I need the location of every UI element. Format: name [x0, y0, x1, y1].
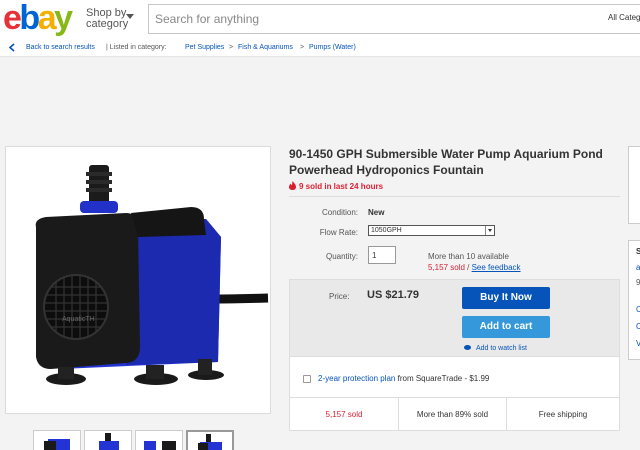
thumbnail-4-selected[interactable]: [186, 430, 234, 450]
stat-free-shipping: Free shipping: [538, 410, 588, 419]
breadcrumb-pumps-water[interactable]: Pumps (Water): [309, 44, 356, 51]
breadcrumb-pet-supplies[interactable]: Pet Supplies: [185, 44, 224, 51]
flame-icon: [289, 181, 296, 190]
listed-in-label: | Listed in category:: [106, 44, 167, 51]
price-label: Price:: [329, 292, 350, 301]
chevron-down-icon: [126, 14, 134, 19]
protection-plan-link[interactable]: 2-year protection plan: [318, 374, 395, 383]
eye-icon: [464, 345, 471, 350]
sold-count: 5,157 sold: [428, 263, 465, 272]
sold-last-24h: 9 sold in last 24 hours: [289, 181, 383, 191]
purchase-box: Price: US $21.79 Buy It Now Add to cart …: [289, 279, 620, 431]
condition-value: New: [368, 208, 385, 217]
category-label: category: [86, 18, 129, 30]
divider: [289, 196, 620, 197]
chevron-left-icon[interactable]: [8, 43, 17, 52]
back-to-search-link[interactable]: Back to search results: [26, 44, 95, 51]
thumbnail-image: [99, 433, 119, 450]
protection-plan-row: 2-year protection plan from SquareTrade …: [290, 357, 619, 398]
see-feedback-link[interactable]: See feedback: [472, 263, 521, 272]
thumbnail-image: [198, 434, 222, 450]
price-value: US $21.79: [367, 289, 419, 301]
breadcrumb-separator: >: [229, 44, 234, 51]
quantity-input[interactable]: [368, 246, 396, 264]
side-panel-seller: S a 9 C C V: [628, 240, 640, 360]
add-to-watch-list-link[interactable]: Add to watch list: [464, 345, 527, 352]
thumbnail-1[interactable]: [33, 430, 81, 450]
category-select[interactable]: All Categ: [608, 13, 640, 22]
price-section: Price: US $21.79 Buy It Now Add to cart …: [290, 280, 619, 357]
flow-rate-value: 1050GPH: [371, 227, 402, 234]
thumbnail-3[interactable]: [135, 430, 183, 450]
buy-it-now-button[interactable]: Buy It Now: [462, 287, 550, 309]
svg-text:AquaticTH: AquaticTH: [62, 316, 95, 323]
chevron-down-icon: [485, 226, 494, 235]
shop-by-category-button[interactable]: Shop by category: [86, 8, 134, 30]
stats-row: 5,157 sold More than 89% sold Free shipp…: [290, 398, 619, 430]
site-header: ebay Shop by category All Categ: [0, 0, 640, 38]
stat-percent-sold: More than 89% sold: [416, 410, 489, 419]
thumbnail-2[interactable]: [84, 430, 132, 450]
protection-plan-text: 2-year protection plan from SquareTrade …: [318, 374, 490, 383]
search-input[interactable]: [149, 5, 604, 33]
availability-info: More than 10 available 5,157 sold / See …: [428, 252, 521, 272]
stat-sold: 5,157 sold: [325, 410, 363, 419]
quantity-label: Quantity:: [325, 252, 358, 261]
thumbnail-image: [144, 441, 176, 450]
breadcrumb: Back to search results | Listed in categ…: [0, 38, 640, 57]
breadcrumb-separator: >: [300, 44, 305, 51]
add-to-cart-button[interactable]: Add to cart: [462, 316, 550, 338]
availability-text: More than 10 available: [428, 252, 509, 261]
condition-label: Condition:: [321, 208, 358, 217]
ebay-logo[interactable]: ebay: [3, 1, 73, 35]
side-panel-top: [628, 146, 640, 224]
product-title: 90-1450 GPH Submersible Water Pump Aquar…: [289, 147, 603, 177]
flow-rate-select[interactable]: 1050GPH: [368, 225, 495, 236]
thumbnail-image: [44, 439, 70, 450]
flow-rate-label: Flow Rate:: [319, 228, 358, 237]
search-box: All Categ: [148, 4, 640, 34]
product-image-panel[interactable]: AquaticTH: [5, 146, 271, 414]
breadcrumb-fish-aquariums[interactable]: Fish & Aquariums: [238, 44, 293, 51]
protection-plan-checkbox[interactable]: [303, 375, 311, 383]
product-image: AquaticTH: [35, 165, 269, 385]
